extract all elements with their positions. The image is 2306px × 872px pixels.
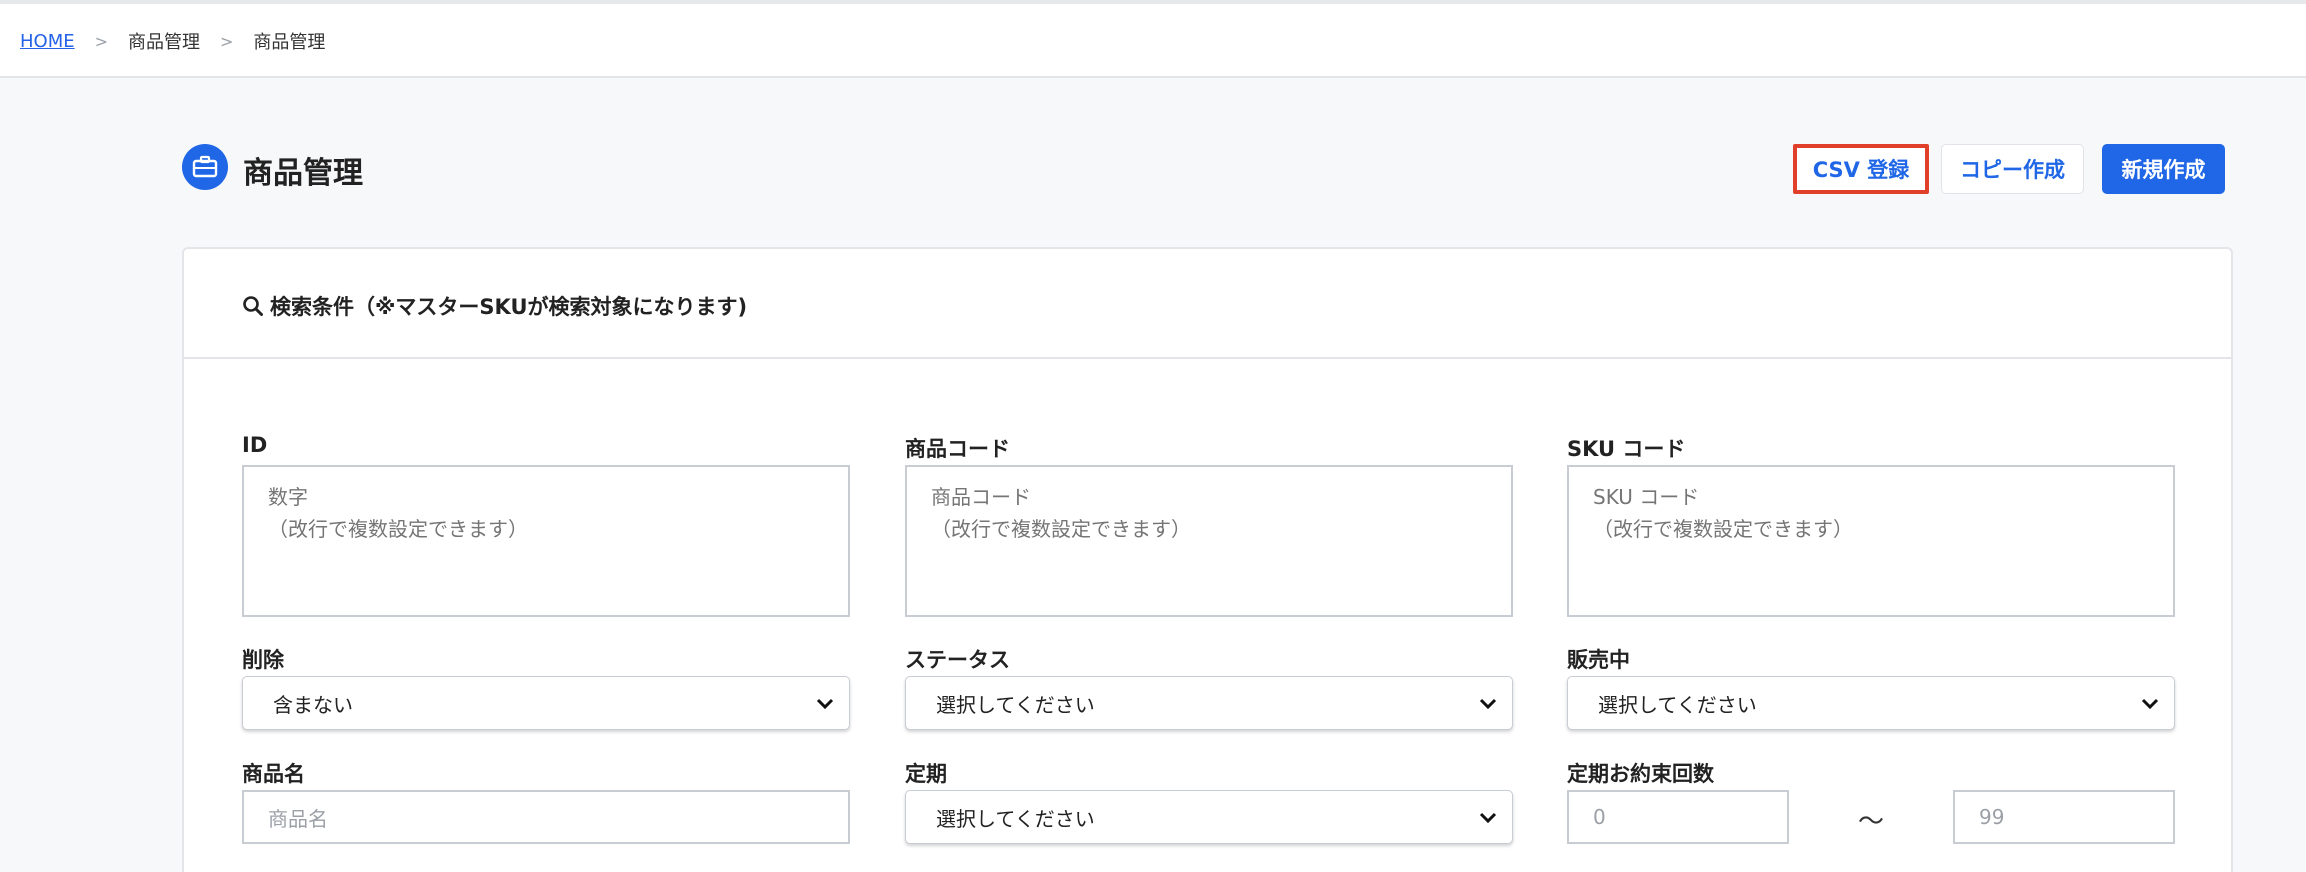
chevron-down-icon (2141, 698, 2159, 710)
breadcrumb: HOME > 商品管理 > 商品管理 (20, 28, 325, 54)
sku-code-label: SKU コード (1567, 437, 1686, 461)
page-title: 商品管理 (243, 156, 363, 191)
id-label: ID (242, 433, 268, 457)
csv-register-button[interactable]: CSV 登録 (1793, 144, 1929, 194)
deleted-select[interactable]: 含まない (242, 676, 850, 730)
subscription-select[interactable]: 選択してください (905, 790, 1513, 844)
product-code-label: 商品コード (905, 437, 1010, 461)
search-panel: 検索条件（※マスターSKUが検索対象になります) ID 商品コード SKU コー… (182, 247, 2233, 872)
product-name-label: 商品名 (242, 762, 305, 786)
new-create-button[interactable]: 新規作成 (2102, 144, 2225, 194)
on-sale-select-value: 選択してください (1598, 692, 1757, 717)
briefcase-icon (182, 144, 228, 190)
promise-count-max-input[interactable]: 99 (1953, 790, 2175, 844)
chevron-down-icon (1479, 812, 1497, 824)
breadcrumb-bar: HOME > 商品管理 > 商品管理 (0, 4, 2306, 78)
subscription-label: 定期 (905, 762, 947, 786)
chevron-down-icon (816, 698, 834, 710)
breadcrumb-home-link[interactable]: HOME (20, 31, 75, 52)
copy-create-button[interactable]: コピー作成 (1941, 144, 2084, 194)
breadcrumb-separator: > (94, 31, 109, 51)
promise-count-label: 定期お約束回数 (1567, 762, 1714, 786)
status-label: ステータス (905, 648, 1010, 672)
sku-code-textarea[interactable] (1567, 465, 2175, 617)
search-panel-header: 検索条件（※マスターSKUが検索対象になります) (184, 249, 2231, 359)
range-separator: 〜 (1858, 807, 1885, 837)
subscription-select-value: 選択してください (936, 806, 1095, 831)
product-code-textarea[interactable] (905, 465, 1513, 617)
search-panel-title-text: 検索条件（※マスターSKUが検索対象になります) (270, 295, 748, 319)
on-sale-select[interactable]: 選択してください (1567, 676, 2175, 730)
promise-count-min-input[interactable]: 0 (1567, 790, 1789, 844)
search-icon (243, 296, 263, 316)
deleted-label: 削除 (242, 648, 284, 672)
deleted-select-value: 含まない (273, 692, 353, 717)
status-select[interactable]: 選択してください (905, 676, 1513, 730)
breadcrumb-item-current: 商品管理 (253, 32, 326, 53)
on-sale-label: 販売中 (1567, 648, 1630, 672)
status-select-value: 選択してください (936, 692, 1095, 717)
chevron-down-icon (1479, 698, 1497, 710)
product-name-input[interactable]: 商品名 (242, 790, 850, 844)
id-textarea[interactable] (242, 465, 850, 617)
breadcrumb-item-product-management: 商品管理 (128, 32, 201, 53)
search-panel-title: 検索条件（※マスターSKUが検索対象になります) (242, 291, 747, 321)
breadcrumb-separator: > (220, 31, 234, 51)
